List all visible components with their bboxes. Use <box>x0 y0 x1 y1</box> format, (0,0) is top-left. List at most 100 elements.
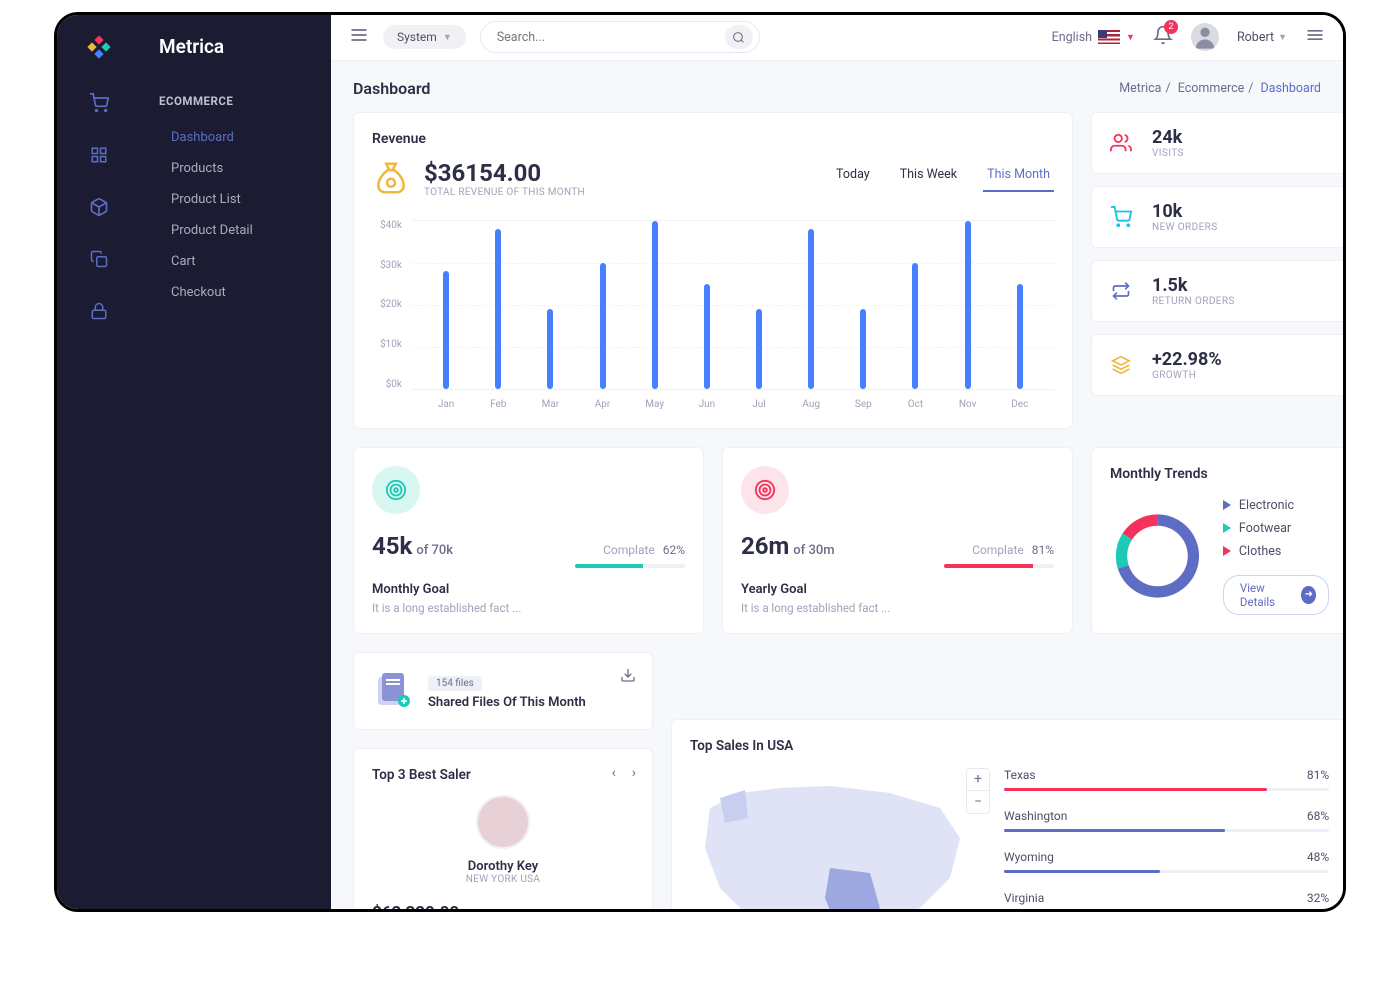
sidebar-item[interactable]: Product List <box>141 184 331 215</box>
usa-stat-row: Virginia32% <box>1004 891 1329 909</box>
chart-bar <box>860 309 866 389</box>
files-title: Shared Files Of This Month <box>428 695 586 710</box>
target-icon <box>372 466 420 514</box>
notifications-button[interactable]: 2 <box>1153 25 1173 49</box>
crumb-item[interactable]: Ecommerce <box>1178 81 1245 96</box>
files-card: 154 files Shared Files Of This Month <box>353 652 653 730</box>
stat-label: GROWTH <box>1152 370 1222 381</box>
y-axis-tick: $20k <box>372 299 408 310</box>
stat-value: 24k <box>1152 127 1184 148</box>
goal-of: of 70k <box>416 543 453 558</box>
users-icon <box>1110 132 1132 154</box>
usa-state-name: Wyoming <box>1004 850 1054 864</box>
goal-percent: 62% <box>663 543 685 557</box>
nav-apps-icon[interactable] <box>89 145 109 165</box>
usa-state-name: Texas <box>1004 768 1036 782</box>
trends-card: Monthly Trends ElectronicFootwearClothes… <box>1091 447 1343 634</box>
view-details-button[interactable]: View Details ➜ <box>1223 575 1329 615</box>
crumb-item[interactable]: Metrica <box>1119 81 1161 96</box>
search-button[interactable] <box>725 25 753 49</box>
usa-map[interactable]: + − <box>690 768 990 909</box>
usa-title: Top Sales In USA <box>690 738 1329 754</box>
legend-item: Footwear <box>1223 521 1329 536</box>
next-button[interactable]: › <box>632 765 636 781</box>
x-axis-tick: Jul <box>744 399 774 410</box>
download-icon[interactable] <box>620 667 636 687</box>
goal-card: 26m of 30m Complate 81% Yearly Goal It i… <box>722 447 1073 634</box>
sidebar-item[interactable]: Dashboard <box>141 122 331 153</box>
system-dropdown[interactable]: System ▼ <box>383 25 466 49</box>
sidebar-item[interactable]: Checkout <box>141 277 331 308</box>
sidebar-item[interactable]: Products <box>141 153 331 184</box>
chart-bar <box>495 229 501 389</box>
user-avatar[interactable] <box>1191 23 1219 51</box>
y-axis-tick: $10k <box>372 339 408 350</box>
usa-progress-bar <box>1004 788 1329 791</box>
goal-of: of 30m <box>793 543 834 558</box>
menu-toggle-icon[interactable] <box>349 25 369 49</box>
best-seller-card: Top 3 Best Saler ‹ › Dorothy Key NEW YOR… <box>353 748 653 909</box>
app-logo <box>85 33 113 61</box>
x-axis-tick: Mar <box>535 399 565 410</box>
revenue-tab[interactable]: This Week <box>896 159 961 192</box>
chevron-down-icon: ▼ <box>1126 32 1135 43</box>
triangle-icon <box>1223 546 1231 556</box>
system-label: System <box>397 30 437 44</box>
money-bag-icon <box>372 159 410 197</box>
chart-bar <box>704 284 710 389</box>
usa-state-name: Washington <box>1004 809 1067 823</box>
best-seller-title: Top 3 Best Saler <box>372 767 634 783</box>
zoom-out-button[interactable]: − <box>967 791 989 813</box>
revenue-title: Revenue <box>372 131 1054 147</box>
seller-revenue: $62,320.00 <box>372 903 513 909</box>
nav-box-icon[interactable] <box>89 197 109 217</box>
chart-bar <box>912 263 918 389</box>
x-axis-tick: Aug <box>796 399 826 410</box>
more-menu-icon[interactable] <box>1305 25 1325 49</box>
chart-bar <box>443 271 449 389</box>
search-wrap <box>480 21 760 53</box>
x-axis-tick: Feb <box>483 399 513 410</box>
legend-item: Clothes <box>1223 544 1329 559</box>
map-zoom-control: + − <box>966 768 990 814</box>
files-icon <box>372 671 412 711</box>
sidebar-item[interactable]: Cart <box>141 246 331 277</box>
revenue-tab[interactable]: Today <box>832 159 874 192</box>
triangle-icon <box>1223 500 1231 510</box>
legend-label: Footwear <box>1239 521 1291 536</box>
language-selector[interactable]: English ▼ <box>1052 30 1135 45</box>
goal-title: Yearly Goal <box>741 582 1054 597</box>
nav-cart-icon[interactable] <box>89 93 109 113</box>
x-axis-tick: Dec <box>1005 399 1035 410</box>
stat-label: VISITS <box>1152 148 1184 159</box>
x-axis-tick: Jan <box>431 399 461 410</box>
seller-avatar <box>476 795 530 849</box>
revenue-tab[interactable]: This Month <box>983 159 1054 192</box>
x-axis-tick: Apr <box>588 399 618 410</box>
trends-donut-chart <box>1110 502 1205 610</box>
search-input[interactable] <box>497 30 725 45</box>
files-count-tag: 154 files <box>428 676 482 691</box>
exchange-icon <box>1110 280 1132 302</box>
flag-icon <box>1098 30 1120 44</box>
sidebar-item[interactable]: Product Detail <box>141 215 331 246</box>
prev-button[interactable]: ‹ <box>612 765 616 781</box>
stat-card: 24kVISITS <box>1091 112 1343 174</box>
stat-card: 1.5kRETURN ORDERS <box>1091 260 1343 322</box>
nav-lock-icon[interactable] <box>89 301 109 321</box>
user-dropdown[interactable]: Robert ▼ <box>1237 30 1287 45</box>
goal-title: Monthly Goal <box>372 582 685 597</box>
revenue-card: Revenue $36154.00 TOTAL REVENUE OF THIS … <box>353 112 1073 429</box>
goal-desc: It is a long established fact ... <box>741 601 1054 615</box>
goal-value: 45k <box>372 532 412 560</box>
zoom-in-button[interactable]: + <box>967 769 989 791</box>
y-axis-tick: $40k <box>372 220 408 231</box>
user-name: Robert <box>1237 30 1274 45</box>
x-axis-tick: Sep <box>848 399 878 410</box>
usa-sales-card: Top Sales In USA + − Texas81%Washi <box>671 719 1343 909</box>
usa-state-pct: 48% <box>1307 850 1329 864</box>
nav-copy-icon[interactable] <box>89 249 109 269</box>
stat-label: NEW ORDERS <box>1152 222 1218 233</box>
usa-state-pct: 32% <box>1307 891 1329 905</box>
goal-desc: It is a long established fact ... <box>372 601 685 615</box>
